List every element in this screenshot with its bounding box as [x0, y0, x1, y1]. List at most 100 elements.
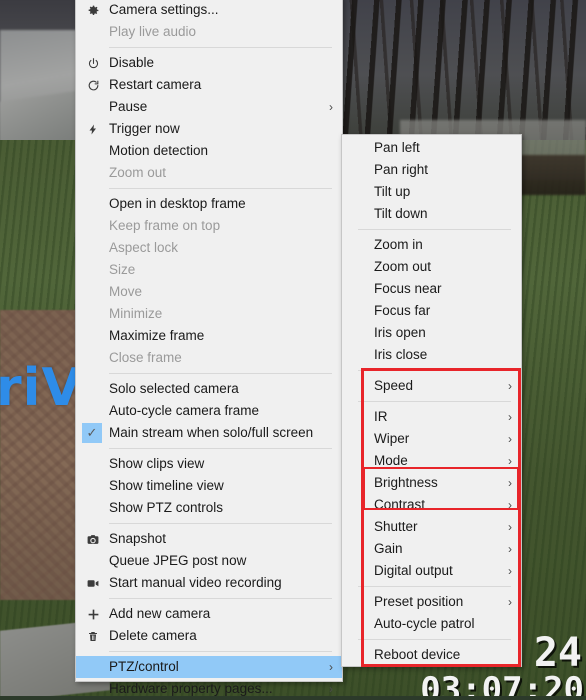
menu-item-label: Trigger now — [109, 121, 180, 136]
menu-item-maximize-frame[interactable]: Maximize frame — [76, 325, 342, 347]
menu-item-label: Zoom out — [374, 259, 432, 274]
menu-item-play-live-audio: Play live audio — [76, 21, 342, 43]
trash-icon — [84, 625, 102, 647]
menu-item-size: Size — [76, 259, 342, 281]
chevron-right-icon: › — [508, 410, 512, 424]
menu-item-disable[interactable]: Disable — [76, 52, 342, 74]
menu-item-label: Pan left — [374, 140, 420, 155]
menu-item-add-new-camera[interactable]: Add new camera — [76, 603, 342, 625]
menu-item-label: Gain — [374, 541, 403, 556]
menu-item-show-timeline-view[interactable]: Show timeline view — [76, 475, 342, 497]
menu-item-mode[interactable]: Mode › — [342, 450, 521, 472]
menu-item-label: Open in desktop frame — [109, 196, 246, 211]
menu-item-minimize: Minimize — [76, 303, 342, 325]
menu-item-tilt-up[interactable]: Tilt up — [342, 181, 521, 203]
menu-item-reboot-device[interactable]: Reboot device — [342, 644, 521, 666]
video-icon — [84, 572, 102, 594]
menu-item-label: Keep frame on top — [109, 218, 221, 233]
menu-item-label: Add new camera — [109, 606, 211, 621]
menu-item-tilt-down[interactable]: Tilt down — [342, 203, 521, 225]
menu-item-label: PTZ/control — [109, 659, 179, 674]
menu-item-focus-far[interactable]: Focus far — [342, 300, 521, 322]
menu-item-label: Iris close — [374, 347, 428, 362]
menu-item-label: Show timeline view — [109, 478, 224, 493]
menu-item-delete-camera[interactable]: Delete camera — [76, 625, 342, 647]
menu-item-label: Solo selected camera — [109, 381, 239, 396]
menu-item-main-stream-when-solo-full-screen[interactable]: ✓ Main stream when solo/full screen — [76, 422, 342, 444]
menu-separator — [109, 598, 332, 599]
menu-item-show-ptz-controls[interactable]: Show PTZ controls — [76, 497, 342, 519]
menu-item-trigger-now[interactable]: Trigger now — [76, 118, 342, 140]
menu-item-label: Brightness — [374, 475, 438, 490]
menu-item-pause[interactable]: Pause › — [76, 96, 342, 118]
menu-item-label: Hardware property pages... — [109, 681, 273, 696]
chevron-right-icon: › — [508, 520, 512, 534]
menu-item-label: Size — [109, 262, 136, 277]
menu-item-label: Maximize frame — [109, 328, 205, 343]
menu-item-label: Auto-cycle patrol — [374, 616, 475, 631]
menu-item-contrast[interactable]: Contrast › — [342, 494, 521, 516]
menu-item-wiper[interactable]: Wiper › — [342, 428, 521, 450]
check-icon: ✓ — [82, 423, 102, 443]
menu-item-label: Pause — [109, 99, 148, 114]
menu-item-label: Minimize — [109, 306, 163, 321]
menu-separator — [109, 651, 332, 652]
menu-item-auto-cycle-camera-frame[interactable]: Auto-cycle camera frame — [76, 400, 342, 422]
menu-item-label: IR — [374, 409, 388, 424]
menu-item-label: Snapshot — [109, 531, 167, 546]
menu-item-motion-detection[interactable]: Motion detection — [76, 140, 342, 162]
menu-item-label: Iris open — [374, 325, 426, 340]
menu-item-camera-settings[interactable]: Camera settings... — [76, 0, 342, 21]
menu-item-start-manual-video-recording[interactable]: Start manual video recording — [76, 572, 342, 594]
menu-item-label: Show clips view — [109, 456, 205, 471]
camera-context-menu[interactable]: Camera settings... Play live audio Disable… — [75, 0, 343, 696]
menu-item-label: Tilt up — [374, 184, 411, 199]
chevron-right-icon: › — [508, 498, 512, 512]
menu-item-open-in-desktop-frame[interactable]: Open in desktop frame — [76, 193, 342, 215]
menu-item-zoom-out[interactable]: Zoom out — [342, 256, 521, 278]
menu-item-ptz-control[interactable]: PTZ/control › — [76, 656, 342, 678]
menu-item-ir[interactable]: IR › — [342, 406, 521, 428]
menu-item-iris-open[interactable]: Iris open — [342, 322, 521, 344]
camera-icon — [84, 528, 102, 550]
ptz-control-submenu[interactable]: Pan left Pan right Tilt up Tilt down Zoom in… — [341, 134, 522, 667]
menu-item-label: Pan right — [374, 162, 429, 177]
menu-item-focus-near[interactable]: Focus near — [342, 278, 521, 300]
menu-item-shutter[interactable]: Shutter › — [342, 516, 521, 538]
chevron-right-icon: › — [508, 564, 512, 578]
menu-item-show-clips-view[interactable]: Show clips view — [76, 453, 342, 475]
menu-item-zoom-in[interactable]: Zoom in — [342, 234, 521, 256]
menu-item-label: Auto-cycle camera frame — [109, 403, 260, 418]
menu-item-label: Digital output — [374, 563, 453, 578]
menu-item-aspect-lock: Aspect lock — [76, 237, 342, 259]
menu-separator — [109, 47, 332, 48]
menu-item-hardware-property-pages[interactable]: Hardware property pages... › — [76, 678, 342, 700]
menu-item-keep-frame-on-top: Keep frame on top — [76, 215, 342, 237]
menu-item-label: Disable — [109, 55, 155, 70]
menu-item-zoom-out: Zoom out — [76, 162, 342, 184]
menu-item-gain[interactable]: Gain › — [342, 538, 521, 560]
menu-item-label: Focus far — [374, 303, 431, 318]
chevron-right-icon: › — [329, 100, 333, 114]
chevron-right-icon: › — [508, 595, 512, 609]
menu-item-digital-output[interactable]: Digital output › — [342, 560, 521, 582]
menu-item-label: Camera settings... — [109, 2, 219, 17]
menu-item-pan-left[interactable]: Pan left — [342, 137, 521, 159]
gear-icon — [84, 0, 102, 21]
menu-item-auto-cycle-patrol[interactable]: Auto-cycle patrol — [342, 613, 521, 635]
menu-item-restart-camera[interactable]: Restart camera — [76, 74, 342, 96]
menu-item-pan-right[interactable]: Pan right — [342, 159, 521, 181]
menu-item-preset-position[interactable]: Preset position › — [342, 591, 521, 613]
menu-item-label: Preset position — [374, 594, 464, 609]
menu-item-snapshot[interactable]: Snapshot — [76, 528, 342, 550]
restart-icon — [84, 74, 102, 96]
menu-item-label: Reboot device — [374, 647, 461, 662]
menu-item-queue-jpeg-post-now[interactable]: Queue JPEG post now — [76, 550, 342, 572]
menu-item-brightness[interactable]: Brightness › — [342, 472, 521, 494]
menu-item-solo-selected-camera[interactable]: Solo selected camera — [76, 378, 342, 400]
menu-item-iris-close[interactable]: Iris close — [342, 344, 521, 366]
menu-item-speed[interactable]: Speed › — [342, 375, 521, 397]
menu-separator — [109, 188, 332, 189]
menu-item-label: Wiper — [374, 431, 410, 446]
chevron-right-icon: › — [508, 454, 512, 468]
